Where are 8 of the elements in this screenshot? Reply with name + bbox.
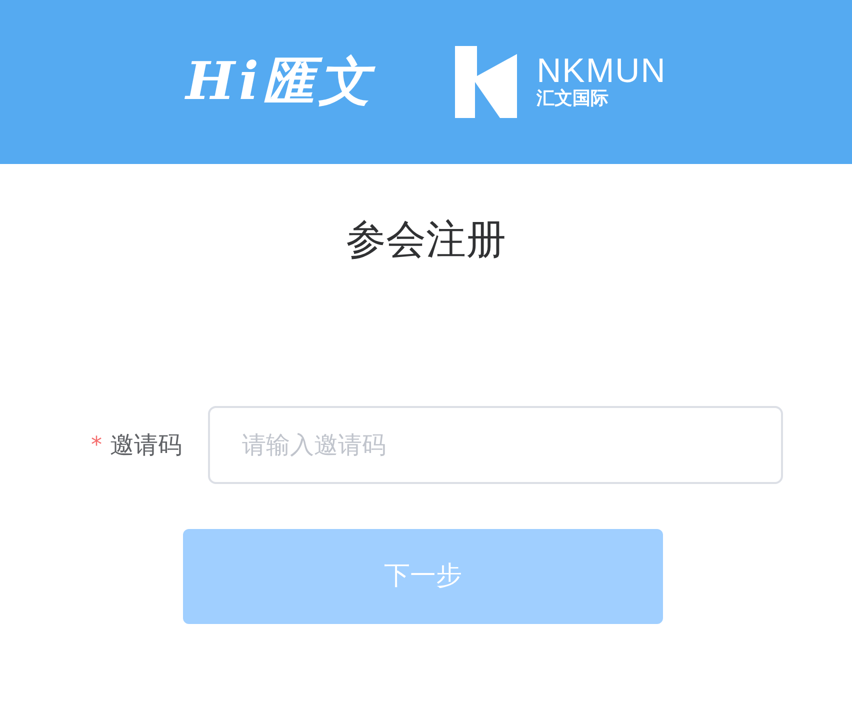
required-asterisk: * [91, 432, 102, 460]
page-title: 参会注册 [346, 220, 506, 260]
brand-text: Hi匯文 [186, 56, 375, 108]
logo-name: NKMUN [536, 54, 666, 88]
logo-icon [454, 46, 517, 118]
field-label: 邀请码 [110, 430, 182, 461]
logo-subtitle: 汇文国际 [536, 88, 610, 110]
input-field[interactable]: 请输入邀请码 [208, 406, 783, 484]
